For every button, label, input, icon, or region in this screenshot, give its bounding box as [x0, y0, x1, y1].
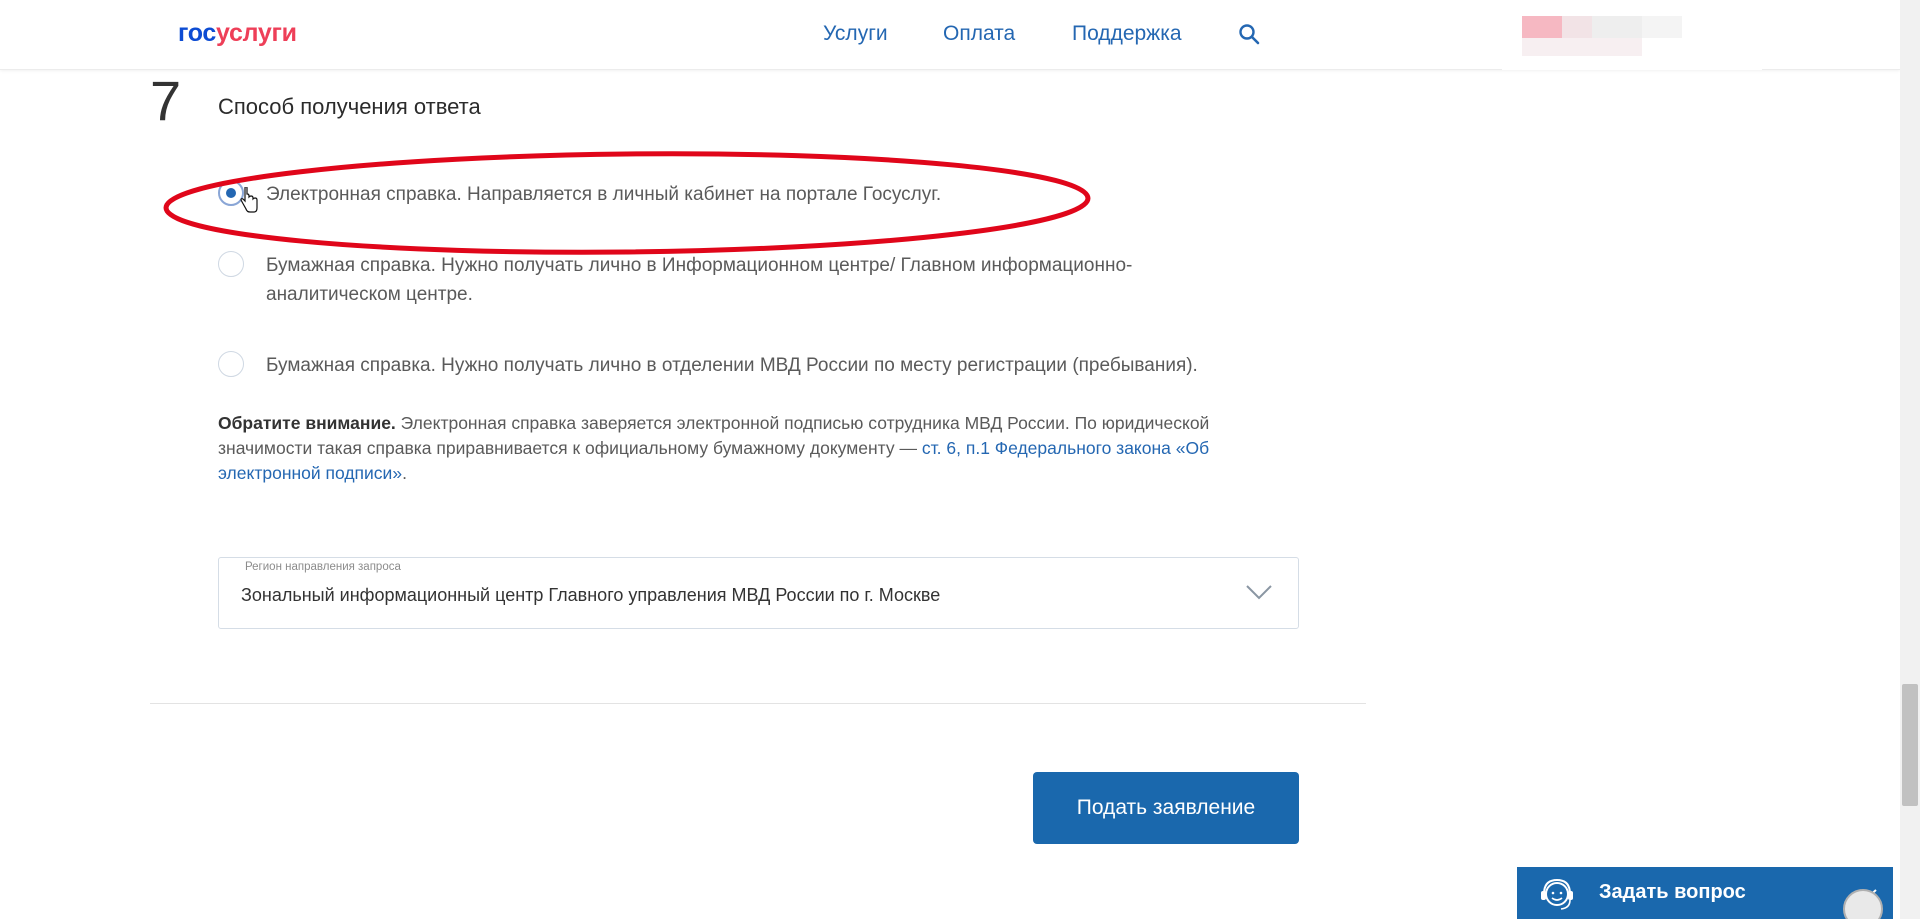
notice-end: .	[402, 463, 407, 483]
scrollbar-thumb[interactable]	[1902, 684, 1918, 806]
radio-button-unchecked[interactable]	[218, 251, 244, 277]
notice-text: Обратите внимание. Электронная справка з…	[218, 411, 1298, 486]
step-number: 7	[150, 69, 182, 132]
logo-part-gos: гос	[178, 19, 217, 47]
section-title: Способ получения ответа	[218, 94, 481, 119]
ask-question-widget[interactable]: Задать вопрос	[1517, 867, 1893, 919]
chevron-down-icon	[1246, 585, 1272, 600]
radio-label-paper-info-center: Бумажная справка. Нужно получать лично в…	[266, 255, 1133, 305]
radio-dot	[226, 188, 236, 198]
section-divider	[150, 703, 1366, 704]
radio-label-paper-mvd: Бумажная справка. Нужно получать лично в…	[266, 355, 1198, 376]
logo-part-uslugi: услуги	[216, 19, 297, 47]
nav-item-payment[interactable]: Оплата	[943, 22, 1015, 46]
support-agent-icon	[1541, 878, 1573, 910]
nav-item-services[interactable]: Услуги	[823, 22, 888, 46]
search-icon[interactable]	[1237, 22, 1261, 46]
ask-question-label: Задать вопрос	[1599, 881, 1746, 903]
gosuslugi-logo[interactable]: госуслуги	[178, 19, 297, 48]
radio-button-unchecked[interactable]	[218, 351, 244, 377]
region-select-label: Регион направления запроса	[245, 561, 401, 573]
submit-application-button[interactable]: Подать заявление	[1033, 772, 1299, 844]
radio-label-electronic: Электронная справка. Направляется в личн…	[266, 184, 942, 205]
notice-bold: Обратите внимание.	[218, 413, 396, 433]
region-select-value: Зональный информационный центр Главного …	[241, 585, 941, 605]
nav-item-support[interactable]: Поддержка	[1072, 22, 1182, 46]
region-select[interactable]: Регион направления запроса Зональный инф…	[218, 557, 1299, 629]
user-profile-blurred[interactable]	[1502, 0, 1762, 70]
hand-cursor-icon	[240, 187, 258, 213]
site-header: госуслуги Услуги Оплата Поддержка	[0, 0, 1900, 70]
